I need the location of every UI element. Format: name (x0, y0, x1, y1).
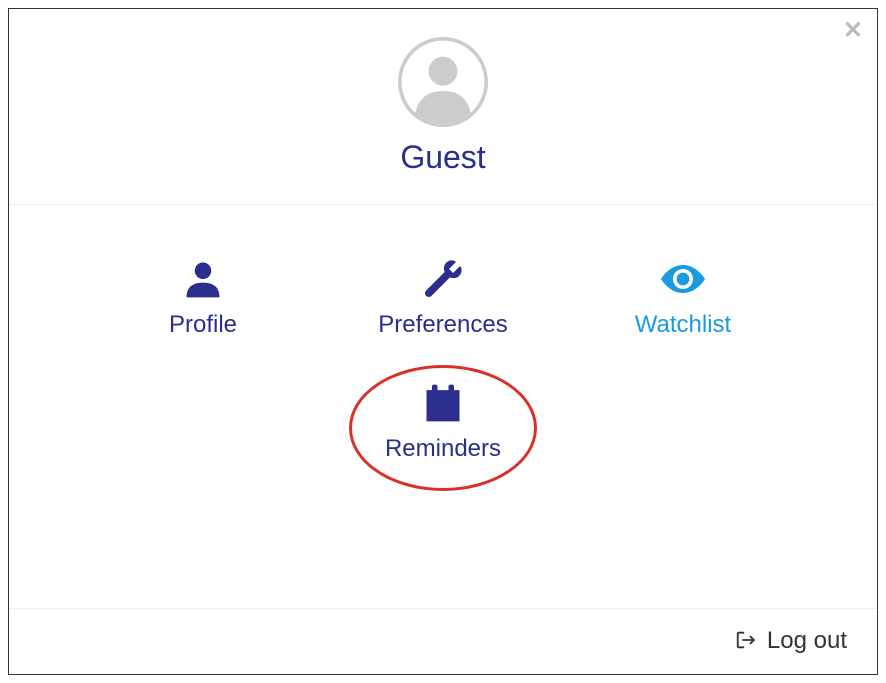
preferences-label: Preferences (378, 311, 507, 339)
watchlist-label: Watchlist (635, 311, 731, 339)
menu-item-preferences[interactable]: Preferences (373, 255, 513, 339)
menu-row-2: Reminders (49, 379, 837, 463)
menu-row-1: Profile Preferences Watchlist (49, 255, 837, 339)
reminders-label: Reminders (385, 435, 501, 463)
calendar-icon (419, 379, 467, 427)
wrench-icon (419, 255, 467, 303)
menu-item-profile[interactable]: Profile (133, 255, 273, 339)
menu-item-reminders[interactable]: Reminders (373, 379, 513, 463)
logout-icon (733, 629, 757, 653)
logout-button[interactable]: Log out (733, 627, 847, 655)
menu-item-watchlist[interactable]: Watchlist (613, 255, 753, 339)
logout-label: Log out (767, 627, 847, 655)
profile-label: Profile (169, 311, 237, 339)
user-header: Guest (9, 9, 877, 205)
eye-icon (659, 255, 707, 303)
close-icon[interactable]: ✕ (843, 19, 863, 43)
username-label: Guest (9, 139, 877, 176)
menu-grid: Profile Preferences Watchlist (9, 205, 877, 609)
avatar-icon (398, 37, 488, 127)
user-icon (179, 255, 227, 303)
footer: Log out (9, 609, 877, 674)
user-menu-modal: ✕ Guest Profile (8, 8, 878, 675)
